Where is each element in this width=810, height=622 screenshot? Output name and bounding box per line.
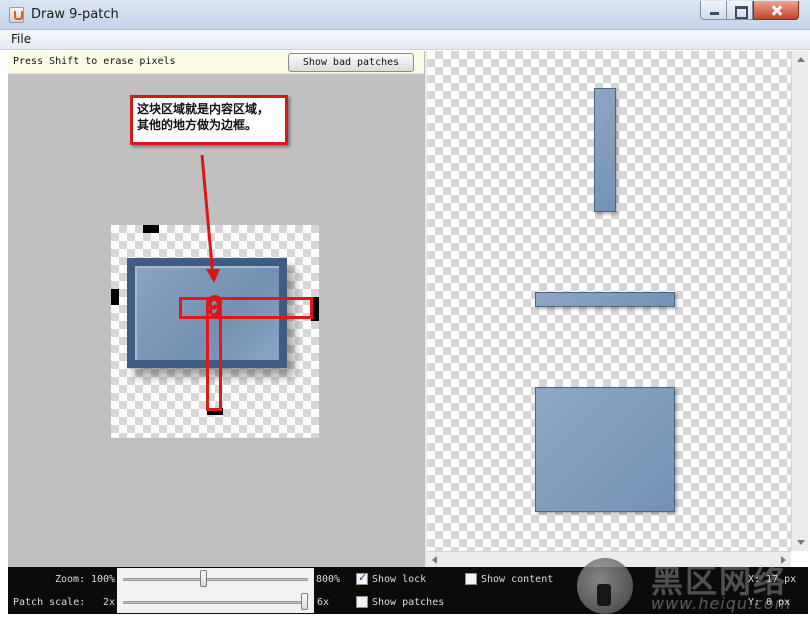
show-lock-label[interactable]: Show lock	[372, 574, 426, 585]
patch-scale-label: Patch scale:	[13, 597, 86, 608]
hint-bar: Press Shift to erase pixels Show bad pat…	[8, 51, 424, 74]
horizontal-scrollbar[interactable]	[427, 551, 791, 567]
zoom-slider[interactable]	[123, 578, 308, 581]
show-content-checkbox[interactable]	[465, 573, 477, 585]
preview-horizontal-stretch	[535, 292, 675, 307]
show-bad-patches-button[interactable]: Show bad patches	[288, 53, 414, 72]
editor-panel[interactable]: Press Shift to erase pixels Show bad pat…	[8, 51, 424, 567]
zoom-label: Zoom:	[55, 574, 86, 585]
title-bar: Draw 9-patch	[0, 0, 810, 30]
patch-scale-slider-thumb[interactable]	[301, 593, 308, 610]
menu-bar: File	[0, 30, 810, 50]
annotation-line-1: 这块区域就是内容区域，	[137, 102, 270, 116]
patch-scale-slider[interactable]	[123, 601, 308, 604]
annotation-line-2: 其他的地方做为边框。	[137, 118, 258, 132]
menu-file[interactable]: File	[11, 32, 31, 46]
preview-both-stretch	[535, 387, 675, 512]
slider-area	[117, 568, 314, 613]
maximize-button[interactable]	[727, 1, 753, 20]
scroll-right-arrow-icon[interactable]	[781, 556, 786, 564]
stretch-marker-top[interactable]	[143, 225, 159, 233]
zoom-slider-thumb[interactable]	[199, 570, 207, 587]
patch-scale-max-label: 6x	[317, 597, 330, 608]
show-lock-checkbox[interactable]	[356, 571, 368, 585]
hint-text: Press Shift to erase pixels	[13, 56, 176, 67]
zoom-max-label: 800%	[316, 574, 341, 585]
zoom-min-label: 100%	[91, 574, 116, 585]
annotation-callout: 这块区域就是内容区域， 其他的地方做为边框。	[130, 95, 288, 145]
scroll-down-arrow-icon[interactable]	[797, 540, 805, 545]
stretch-marker-left[interactable]	[111, 289, 119, 305]
nine-patch-canvas[interactable]	[111, 225, 319, 438]
x-coordinate-readout: X: 17 px	[748, 574, 797, 585]
show-patches-label[interactable]: Show patches	[372, 597, 444, 608]
red-scribble-mark	[207, 295, 222, 319]
window-title: Draw 9-patch	[31, 7, 119, 22]
show-patches-checkbox[interactable]	[356, 596, 368, 608]
show-content-label[interactable]: Show content	[481, 574, 553, 585]
patch-scale-min-label: 2x	[103, 597, 116, 608]
vertical-scrollbar[interactable]	[791, 51, 808, 551]
close-button[interactable]	[753, 1, 799, 20]
preview-vertical-stretch	[594, 88, 616, 212]
content-area-horizontal-highlight	[179, 297, 313, 319]
y-coordinate-readout: Y: 0 px	[748, 597, 791, 608]
scroll-up-arrow-icon[interactable]	[797, 57, 805, 62]
scroll-left-arrow-icon[interactable]	[432, 556, 437, 564]
preview-panel	[427, 51, 791, 551]
minimize-button[interactable]	[700, 1, 727, 20]
status-panel: Zoom: 100% Patch scale: 2x 800% 6x Show …	[8, 567, 808, 614]
java-app-icon	[9, 7, 24, 23]
